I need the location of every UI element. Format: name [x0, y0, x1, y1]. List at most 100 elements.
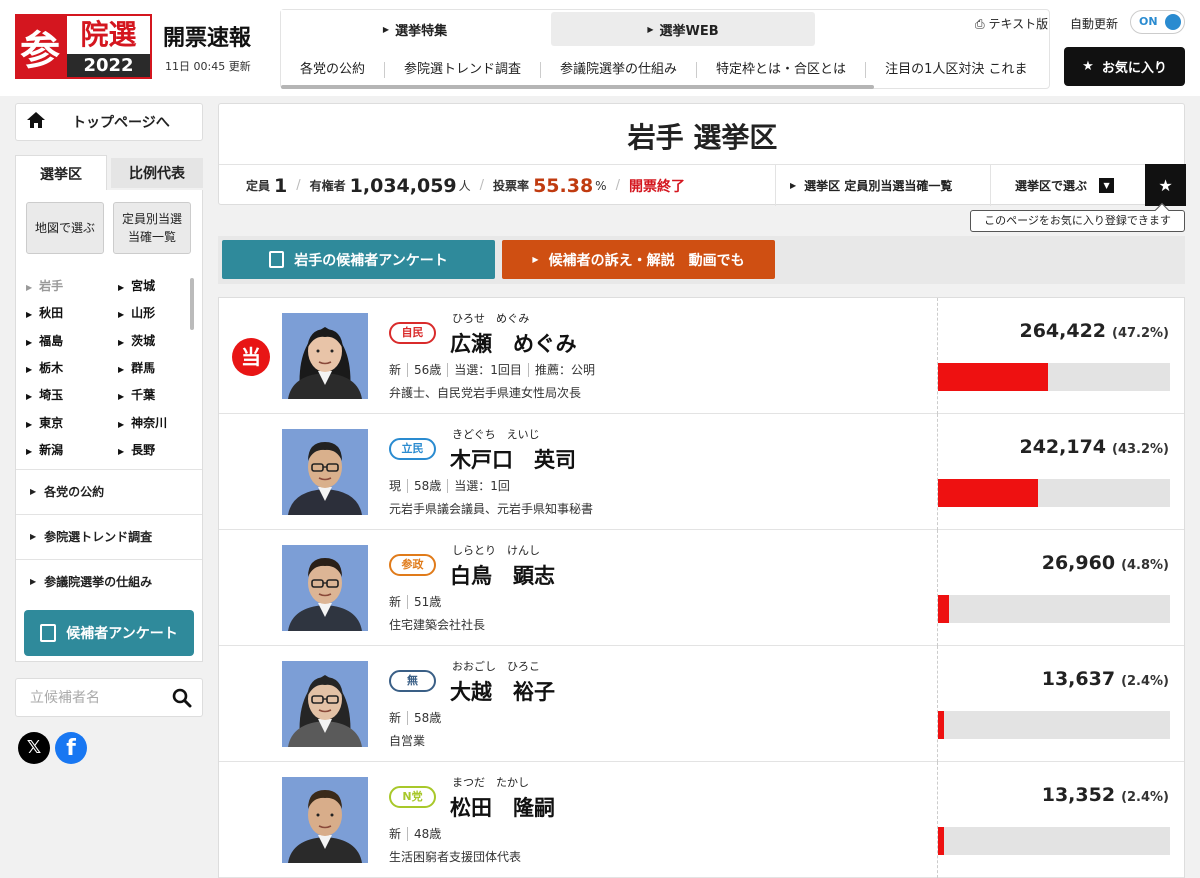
triangle-right-icon: ▶	[26, 310, 33, 320]
vote-percent: (43.2%)	[1112, 442, 1169, 457]
logo-kanji: 参	[15, 14, 65, 79]
tab-proportional[interactable]: 比例代表	[111, 158, 203, 188]
district-survey-button[interactable]: 岩手の候補者アンケート	[222, 240, 495, 279]
candidate-row[interactable]: 立民 きどぐち えいじ 木戸口 英司現 58歳 当選：1回 元岩手県議会議員、元岩手県知事…	[219, 414, 1184, 530]
prefecture-link[interactable]: ▶ 神奈川	[118, 414, 167, 430]
vote-count: 264,422	[1019, 320, 1107, 342]
prefecture-scrollbar[interactable]	[190, 278, 194, 330]
map-select-button[interactable]: 地図で選ぶ	[26, 202, 104, 254]
meta-item: 58歳	[407, 711, 447, 725]
party-badge: 立民	[389, 438, 436, 460]
candidate-row[interactable]: 無 おおごし ひろこ 大越 裕子新 58歳 自営業 13,637 (2.4%)	[219, 646, 1184, 762]
candidate-row[interactable]: 参政 しらとり けんし 白鳥 顕志新 51歳 住宅建築会社社長 26,960 (4.8%)	[219, 530, 1184, 646]
triangle-right-icon: ▶	[118, 364, 125, 374]
prefecture-link[interactable]: ▶ 千葉	[118, 386, 155, 402]
tab-district[interactable]: 選挙区	[15, 155, 107, 191]
nav-link-system[interactable]: 参議院選挙の仕組み	[541, 62, 698, 78]
triangle-right-icon: ▶	[790, 181, 797, 190]
tab-label: 選挙特集	[395, 23, 448, 39]
prefecture-link[interactable]: ▶ 茨城	[118, 332, 155, 348]
candidate-row[interactable]: 当 自民 ひろせ めぐみ 広瀬 めぐみ新 56歳 当選：1回目 推薦：公明 弁護士、自民党岩手…	[219, 298, 1184, 414]
favorite-star-button[interactable]: ★	[1145, 164, 1186, 206]
meta-item: 51歳	[407, 595, 447, 609]
favorites-button[interactable]: ★ お気に入り	[1064, 47, 1185, 86]
winner-list-link[interactable]: ▶ 選挙区 定員別当選当確一覧	[775, 165, 990, 206]
candidate-meta: 新 51歳	[389, 595, 447, 609]
prefecture-link[interactable]: ▶ 東京	[26, 414, 63, 430]
prefecture-link[interactable]: ▶ 福島	[26, 332, 64, 348]
candidate-name: 大越 裕子	[450, 680, 555, 704]
candidate-list: 当 自民 ひろせ めぐみ 広瀬 めぐみ新 56歳 当選：1回目 推薦：公明 弁護士、自民党岩手…	[218, 297, 1185, 878]
vote-bar	[938, 363, 1170, 391]
nav-link-single-seat[interactable]: 注目の1人区対決 これま	[866, 62, 1046, 78]
link-label: 各党の公約	[44, 485, 105, 499]
document-icon: ⎙	[975, 17, 985, 31]
prefecture-link[interactable]: ▶ 山形	[118, 304, 155, 320]
survey-icon	[269, 251, 285, 268]
triangle-right-icon: ▶	[30, 487, 37, 496]
district-select-dropdown[interactable]: 選挙区で選ぶ ▼	[990, 165, 1145, 206]
tab-election-web[interactable]: ▶ 選挙WEB	[551, 12, 815, 46]
sidebar-panel: 地図で選ぶ 定員別当選 当確一覧 ▶ 岩手 ▶ 宮城 ▶ 秋田 ▶ 山形 ▶ 福島 ▶ 茨城 ▶ 栃木 ▶ 群馬…	[15, 190, 203, 662]
meta-item: 58歳	[407, 479, 447, 493]
prefecture-link[interactable]: ▶ 栃木	[26, 359, 63, 375]
sidebar-link-pledges[interactable]: ▶ 各党の公約	[16, 469, 202, 513]
winner-list-button[interactable]: 定員別当選 当確一覧	[113, 202, 191, 254]
candidate-photo	[282, 313, 368, 399]
candidate-survey-button[interactable]: 候補者アンケート	[24, 610, 194, 656]
prefecture-label: 岩手	[39, 279, 64, 293]
search-icon[interactable]	[172, 688, 192, 708]
vote-count: 242,174	[1019, 436, 1107, 458]
vote-bar-fill	[938, 711, 944, 739]
candidate-search-input[interactable]	[30, 688, 160, 708]
voters-unit: 人	[458, 179, 471, 193]
update-time: 11日 00:45 更新	[165, 60, 251, 73]
district-header: 岩手 選挙区 定員 1 / 有権者 1,034,059 人 / 投票率 55.38% /…	[218, 103, 1186, 206]
nav-link-pledges[interactable]: 各党の公約	[281, 62, 386, 78]
triangle-right-icon: ▶	[26, 364, 33, 374]
prefecture-link[interactable]: ▶ 秋田	[26, 304, 63, 320]
survey-label: 候補者アンケート	[66, 626, 178, 642]
turnout-unit: %	[595, 178, 607, 193]
vote-bar-fill	[938, 479, 1038, 507]
nav-link-special-frame[interactable]: 特定枠とは・合区とは	[697, 62, 867, 78]
star-icon: ★	[1082, 59, 1094, 74]
candidate-video-button[interactable]: ▶ 候補者の訴え・解説 動画でも	[502, 240, 775, 279]
prefecture-link[interactable]: ▶ 長野	[118, 441, 156, 457]
separator: /	[615, 178, 620, 193]
triangle-right-icon: ▶	[26, 337, 33, 347]
prefecture-link[interactable]: ▶ 埼玉	[26, 386, 63, 402]
prefecture-link[interactable]: ▶ 群馬	[118, 359, 155, 375]
winner-badge: 当	[232, 338, 270, 376]
candidate-row[interactable]: N党 まつだ たかし 松田 隆嗣新 48歳 生活困窮者支援団体代表 13,352 (2.4%…	[219, 762, 1184, 878]
nav-link-trend-survey[interactable]: 参院選トレンド調査	[385, 62, 542, 78]
sidebar-link-system[interactable]: ▶ 参議院選挙の仕組み	[16, 559, 202, 603]
prefecture-link[interactable]: ▶ 宮城	[118, 277, 156, 293]
prefecture-label: 宮城	[131, 279, 156, 293]
action-bar: 岩手の候補者アンケート ▶ 候補者の訴え・解説 動画でも	[218, 236, 1185, 284]
prefecture-link[interactable]: ▶ 岩手	[26, 277, 64, 293]
vote-bar-fill	[938, 363, 1048, 391]
district-info-bar: 定員 1 / 有権者 1,034,059 人 / 投票率 55.38% / 開票終了 ▶…	[219, 164, 1186, 206]
candidate-name: 白鳥 顕志	[450, 564, 555, 588]
sidebar-link-trend[interactable]: ▶ 参院選トレンド調査	[16, 514, 202, 558]
x-twitter-icon[interactable]: 𝕏	[18, 732, 50, 764]
tab-election-special[interactable]: ▶ 選挙特集	[281, 10, 549, 48]
meta-item: 新	[389, 363, 402, 377]
header: 参 院選 2022 開票速報 11日 00:45 更新 ▶ 選挙特集 ▶ 選挙WEB…	[0, 0, 1200, 96]
vote-percent: (4.8%)	[1121, 558, 1169, 573]
prefecture-label: 福島	[39, 333, 64, 348]
prefecture-label: 長野	[131, 442, 156, 457]
site-logo[interactable]: 参 院選 2022	[15, 14, 152, 79]
voters-value: 1,034,059	[349, 174, 457, 197]
candidate-occupation: 元岩手県議会議員、元岩手県知事秘書	[389, 502, 594, 516]
home-button[interactable]: トップページへ	[15, 103, 203, 141]
prefecture-link[interactable]: ▶ 新潟	[26, 441, 63, 457]
auto-update-toggle[interactable]: ON	[1130, 10, 1185, 34]
candidate-meta: 新 56歳 当選：1回目 推薦：公明	[389, 363, 601, 377]
facebook-icon[interactable]: f	[55, 732, 87, 764]
candidate-photo	[282, 661, 368, 747]
nav-scrollbar[interactable]	[281, 85, 874, 89]
triangle-right-icon: ▶	[118, 337, 125, 347]
text-version-link[interactable]: ⎙ テキスト版	[975, 15, 1048, 32]
